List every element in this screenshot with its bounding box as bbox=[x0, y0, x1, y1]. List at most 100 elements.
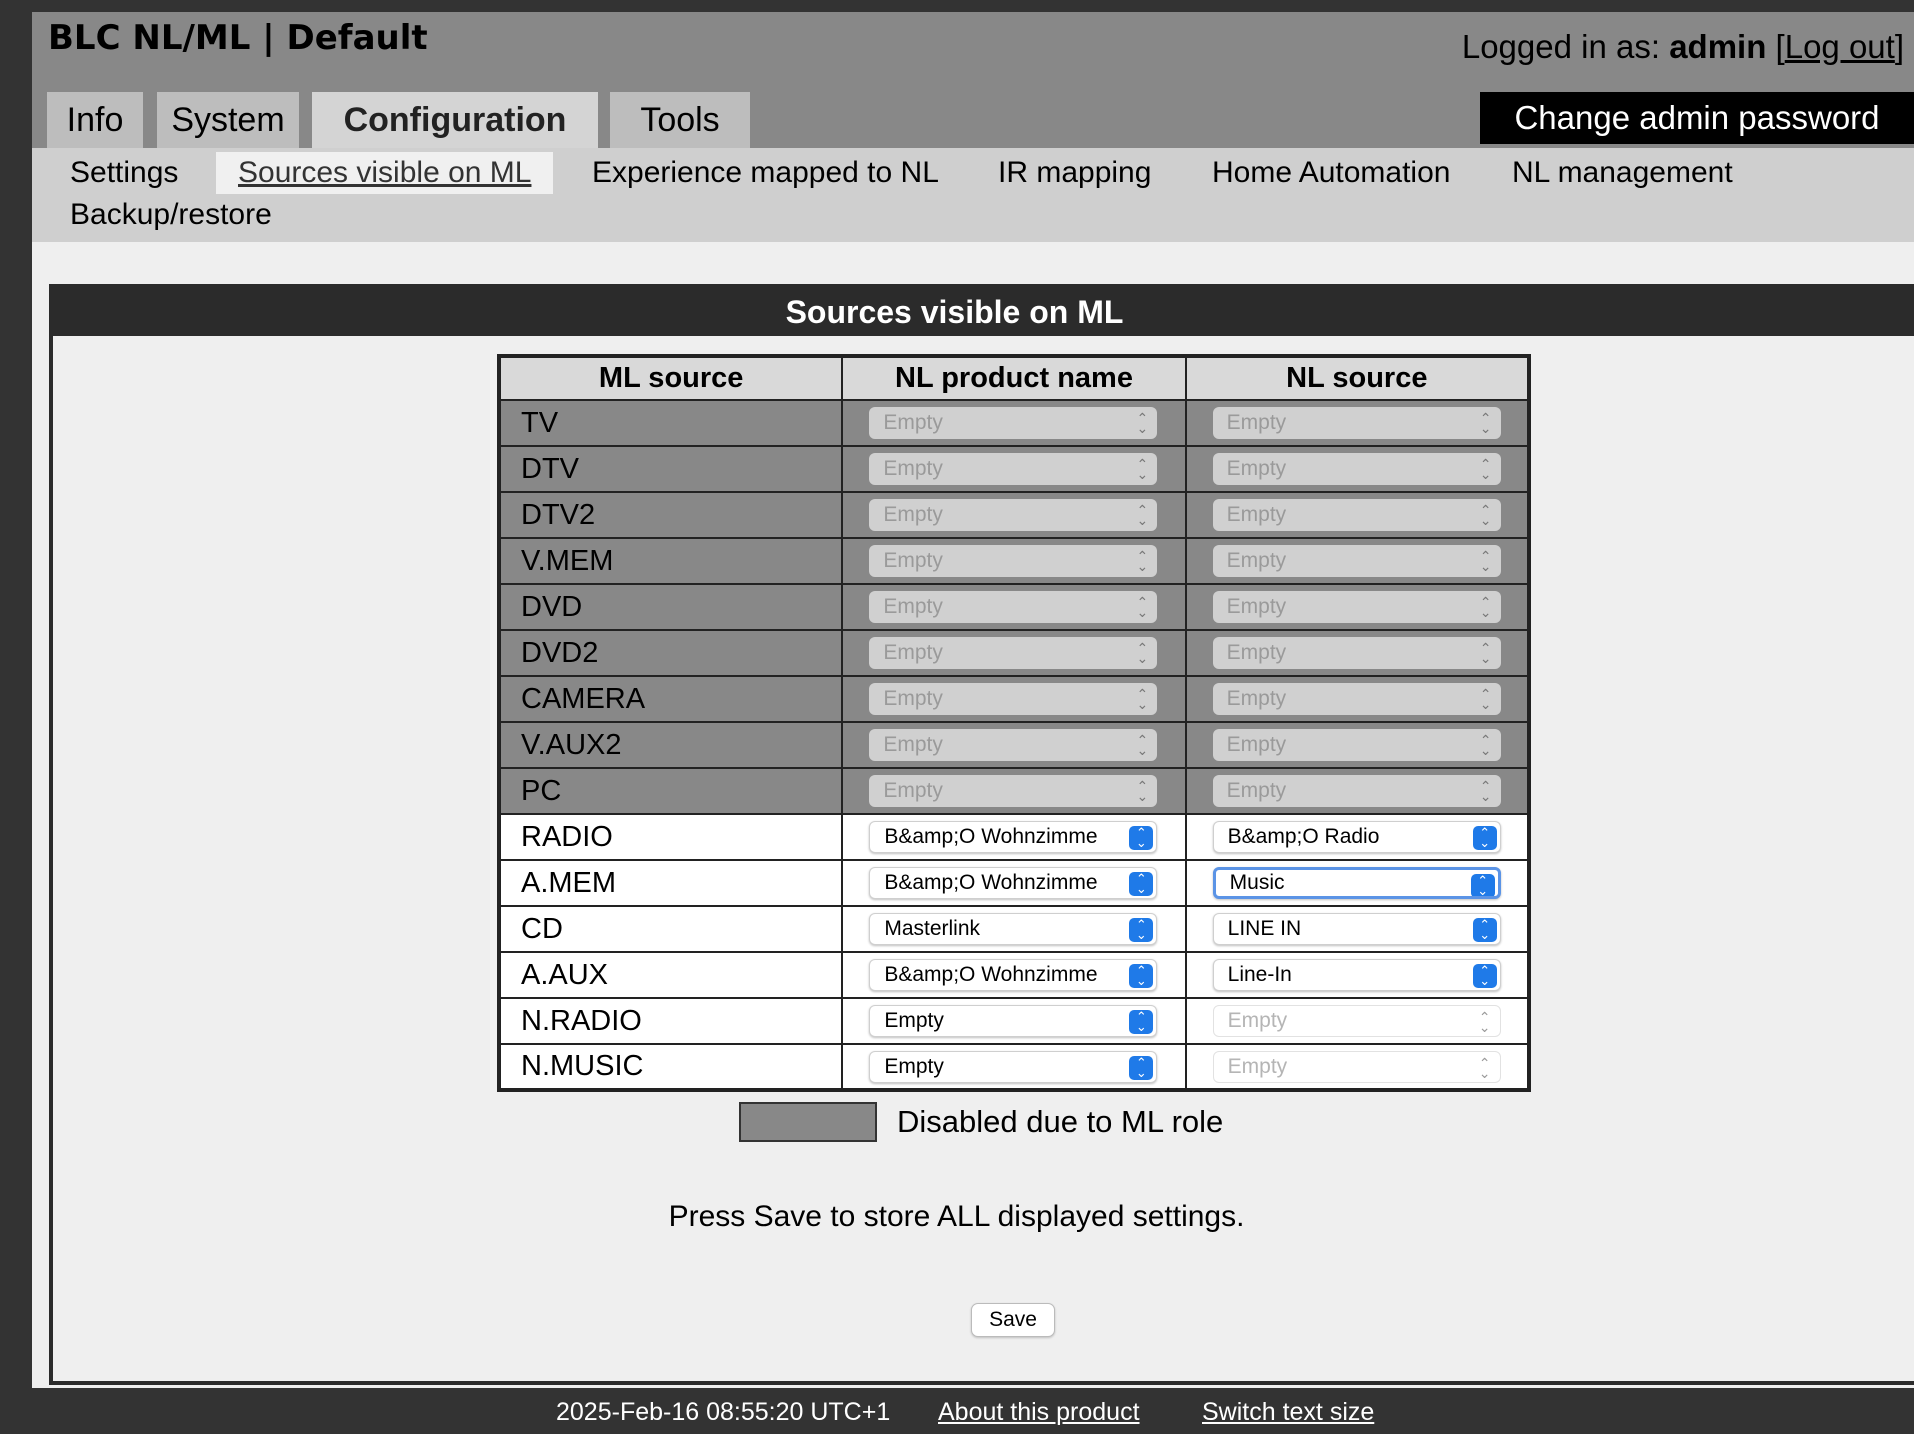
select-value: Empty bbox=[883, 595, 943, 618]
logout-link[interactable]: Log out bbox=[1785, 28, 1895, 65]
select-value: Empty bbox=[884, 1009, 944, 1032]
nl-product-select: Empty ⌃ ⌄ bbox=[869, 591, 1158, 623]
ml-source-name: RADIO bbox=[497, 813, 844, 861]
nl-product-select: Empty ⌃ ⌄ bbox=[869, 545, 1158, 577]
select-value: Empty bbox=[1226, 779, 1287, 802]
legend-label: Disabled due to ML role bbox=[897, 1104, 1224, 1139]
nl-product-select: Empty ⌃ ⌄ bbox=[869, 407, 1158, 439]
select-value: Empty bbox=[1226, 411, 1287, 434]
sub-navigation: Settings Sources visible on ML Experienc… bbox=[32, 148, 1914, 242]
chevron-updown-icon: ⌃ ⌄ bbox=[1136, 548, 1149, 574]
select-value: Empty bbox=[883, 503, 943, 526]
save-button[interactable]: Save bbox=[971, 1303, 1055, 1337]
chevron-updown-icon: ⌃ ⌄ bbox=[1472, 826, 1497, 850]
tab-system[interactable]: System bbox=[157, 92, 299, 148]
select-value: Empty bbox=[1227, 1054, 1288, 1078]
table-row: DTV2 Empty ⌃ ⌄ Empty ⌃ ⌄ bbox=[497, 491, 1531, 539]
subnav-home-automation[interactable]: Home Automation bbox=[1212, 152, 1450, 194]
nl-source-select[interactable]: LINE IN ⌃ ⌄ bbox=[1212, 913, 1501, 945]
page-frame: BLC NL/ML | Default Logged in as: admin … bbox=[32, 12, 1914, 1388]
nl-product-select[interactable]: Empty ⌃ ⌄ bbox=[869, 1050, 1158, 1083]
nl-product-select[interactable]: Empty ⌃ ⌄ bbox=[869, 1005, 1158, 1037]
subnav-experience-mapped[interactable]: Experience mapped to NL bbox=[592, 152, 939, 194]
chevron-updown-icon: ⌃ ⌄ bbox=[1479, 548, 1492, 574]
select-value: Empty bbox=[1226, 457, 1287, 480]
nl-source-select: Empty ⌃ ⌄ bbox=[1212, 591, 1501, 623]
nl-source-select: Empty ⌃ ⌄ bbox=[1212, 1050, 1501, 1083]
nl-product-select[interactable]: B&amp;O Wohnzimme ⌃ ⌄ bbox=[869, 821, 1158, 853]
nl-source-select[interactable]: Music ⌃ ⌄ bbox=[1212, 867, 1501, 899]
nl-source-select[interactable]: Line-In ⌃ ⌄ bbox=[1212, 959, 1501, 991]
select-value: Empty bbox=[883, 687, 943, 710]
nl-product-select[interactable]: B&amp;O Wohnzimme ⌃ ⌄ bbox=[869, 959, 1158, 991]
change-password-button[interactable]: Change admin password bbox=[1480, 92, 1914, 144]
select-value: Music bbox=[1229, 871, 1285, 894]
nl-source-select: Empty ⌃ ⌄ bbox=[1212, 683, 1501, 715]
chevron-updown-icon: ⌃ ⌄ bbox=[1479, 732, 1492, 758]
about-link[interactable]: About this product bbox=[938, 1398, 1140, 1427]
select-value: Empty bbox=[1226, 687, 1287, 710]
chevron-updown-icon: ⌃ ⌄ bbox=[1136, 594, 1149, 620]
sources-panel: Sources visible on ML ML source NL produ… bbox=[49, 284, 1914, 1385]
header-bar: BLC NL/ML | Default Logged in as: admin … bbox=[32, 12, 1914, 148]
footer: 2025-Feb-16 08:55:20 UTC+1 About this pr… bbox=[0, 1388, 1914, 1434]
chevron-updown-icon: ⌃ ⌄ bbox=[1129, 1010, 1154, 1034]
ml-source-name: TV bbox=[497, 399, 844, 447]
chevron-updown-icon: ⌃ ⌄ bbox=[1479, 410, 1492, 436]
select-value: LINE IN bbox=[1227, 917, 1302, 940]
chevron-updown-icon: ⌃ ⌄ bbox=[1136, 778, 1149, 804]
subnav-settings[interactable]: Settings bbox=[70, 152, 178, 194]
tab-configuration[interactable]: Configuration bbox=[312, 92, 598, 148]
ml-source-name: CD bbox=[497, 905, 844, 953]
nl-product-select: Empty ⌃ ⌄ bbox=[869, 775, 1158, 807]
sources-table: ML source NL product name NL source TV E… bbox=[497, 354, 1531, 1092]
subnav-sources-visible-on-ml[interactable]: Sources visible on ML bbox=[216, 152, 554, 194]
select-value: Empty bbox=[883, 733, 943, 756]
ml-source-name: DVD2 bbox=[497, 629, 844, 677]
nl-product-select: Empty ⌃ ⌄ bbox=[869, 499, 1158, 531]
table-row: V.MEM Empty ⌃ ⌄ Empty ⌃ ⌄ bbox=[497, 537, 1531, 585]
subnav-backup-restore[interactable]: Backup/restore bbox=[70, 194, 272, 236]
nl-source-select: Empty ⌃ ⌄ bbox=[1212, 1005, 1501, 1037]
ml-source-name: V.MEM bbox=[497, 537, 844, 585]
nl-product-select: Empty ⌃ ⌄ bbox=[869, 637, 1158, 669]
table-row: N.MUSIC Empty ⌃ ⌄ Empty ⌃ ⌄ bbox=[497, 1043, 1531, 1091]
login-status: Logged in as: admin [Log out] bbox=[1461, 28, 1904, 65]
tab-tools[interactable]: Tools bbox=[610, 92, 750, 148]
footer-timestamp: 2025-Feb-16 08:55:20 UTC+1 bbox=[556, 1398, 891, 1426]
chevron-updown-icon: ⌃ ⌄ bbox=[1472, 964, 1497, 988]
subnav-ir-mapping[interactable]: IR mapping bbox=[998, 152, 1151, 194]
chevron-updown-icon: ⌃ ⌄ bbox=[1129, 1055, 1154, 1080]
select-value: Empty bbox=[1226, 503, 1287, 526]
subnav-nl-management[interactable]: NL management bbox=[1512, 152, 1733, 194]
nl-product-select[interactable]: B&amp;O Wohnzimme ⌃ ⌄ bbox=[869, 867, 1158, 899]
disabled-legend: Disabled due to ML role bbox=[739, 1102, 1223, 1142]
ml-source-name: N.MUSIC bbox=[497, 1043, 844, 1091]
column-header-nl-product-name: NL product name bbox=[841, 355, 1187, 401]
tab-info[interactable]: Info bbox=[47, 92, 143, 148]
nl-product-select: Empty ⌃ ⌄ bbox=[869, 729, 1158, 761]
legend-swatch bbox=[739, 1102, 877, 1142]
select-value: Empty bbox=[884, 1054, 944, 1078]
panel-title: Sources visible on ML bbox=[53, 288, 1914, 336]
table-row: PC Empty ⌃ ⌄ Empty ⌃ ⌄ bbox=[497, 767, 1531, 815]
nl-source-select: Empty ⌃ ⌄ bbox=[1212, 637, 1501, 669]
nl-source-select: Empty ⌃ ⌄ bbox=[1212, 775, 1501, 807]
chevron-updown-icon: ⌃ ⌄ bbox=[1479, 502, 1492, 528]
switch-text-size-link[interactable]: Switch text size bbox=[1202, 1398, 1374, 1427]
nl-product-select: Empty ⌃ ⌄ bbox=[869, 683, 1158, 715]
table-row: DTV Empty ⌃ ⌄ Empty ⌃ ⌄ bbox=[497, 445, 1531, 493]
ml-source-name: DVD bbox=[497, 583, 844, 631]
nl-product-select: Empty ⌃ ⌄ bbox=[869, 453, 1158, 485]
chevron-updown-icon: ⌃ ⌄ bbox=[1479, 686, 1492, 712]
select-value: Masterlink bbox=[884, 917, 981, 940]
nl-product-select[interactable]: Masterlink ⌃ ⌄ bbox=[869, 913, 1158, 945]
nl-source-select[interactable]: B&amp;O Radio ⌃ ⌄ bbox=[1212, 821, 1501, 853]
chevron-updown-icon: ⌃ ⌄ bbox=[1479, 594, 1492, 620]
chevron-updown-icon: ⌃ ⌄ bbox=[1478, 1054, 1491, 1081]
table-row: DVD2 Empty ⌃ ⌄ Empty ⌃ ⌄ bbox=[497, 629, 1531, 677]
select-value: Empty bbox=[883, 411, 943, 434]
select-value: B&amp;O Wohnzimme bbox=[884, 871, 1098, 894]
chevron-updown-icon: ⌃ ⌄ bbox=[1136, 410, 1149, 436]
select-value: Empty bbox=[883, 457, 943, 480]
